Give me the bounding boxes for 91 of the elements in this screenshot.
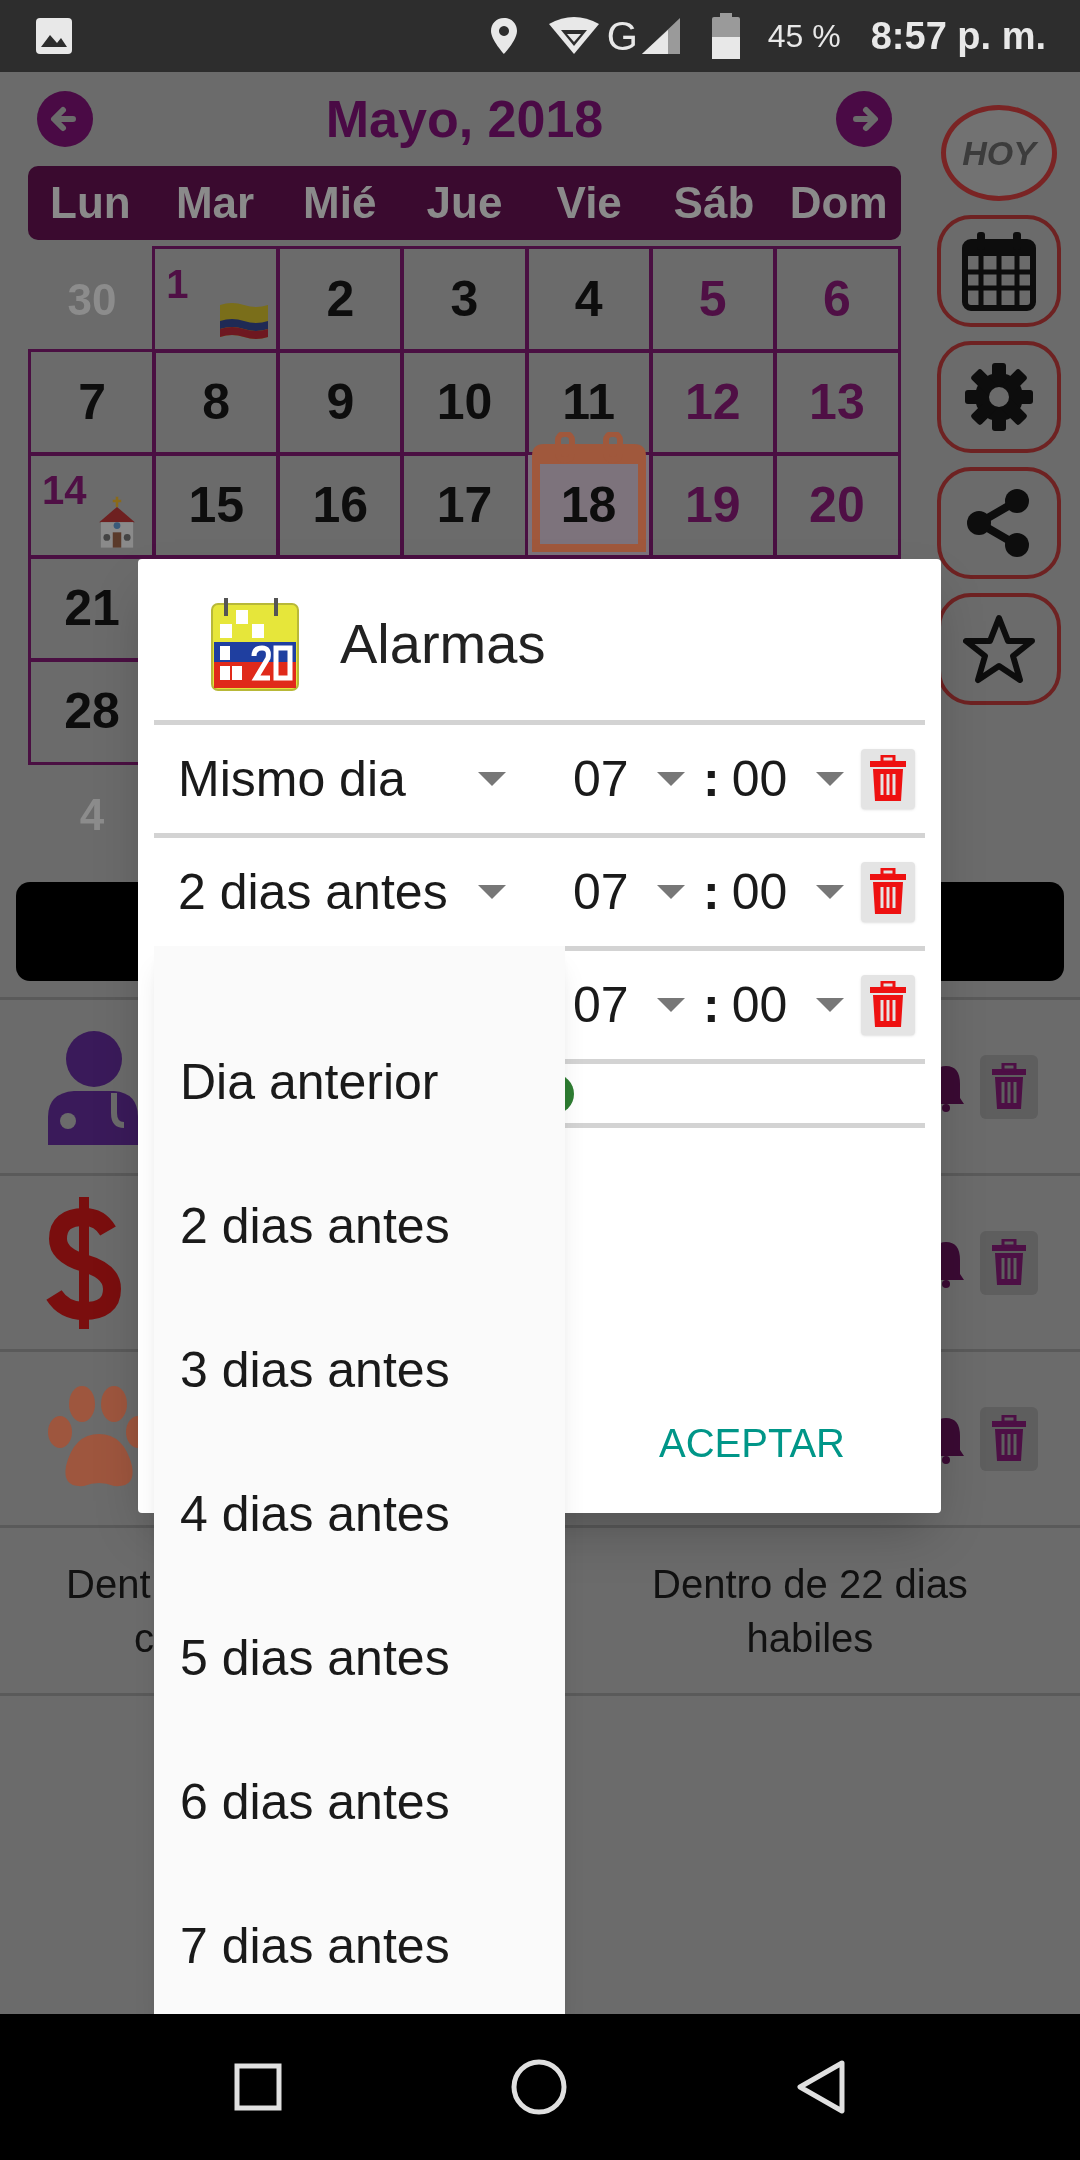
dropdown-option[interactable]: 7 dias antes <box>154 1874 565 2018</box>
day-number[interactable]: 3 <box>450 262 479 337</box>
dropdown-option[interactable]: 4 dias antes <box>154 1442 565 1586</box>
day-number[interactable]: 4 <box>574 262 603 337</box>
dropdown-option[interactable]: 3 dias antes <box>154 1298 565 1442</box>
delete-alarm-button[interactable] <box>860 862 915 922</box>
wifi-icon <box>546 16 601 56</box>
minute-value[interactable]: 00 <box>731 741 812 817</box>
image-icon <box>34 16 74 56</box>
day-number[interactable]: 21 <box>64 571 120 646</box>
delete-event-button[interactable] <box>980 1054 1038 1119</box>
back-icon[interactable] <box>795 2059 846 2115</box>
weekday-label: Sáb <box>672 177 756 229</box>
day-number[interactable]: 7 <box>78 365 106 440</box>
colombian-flag-icon <box>218 301 271 341</box>
day-number[interactable]: 2 <box>326 262 355 337</box>
dropdown-caret-icon[interactable] <box>655 996 687 1014</box>
trash-icon <box>990 1238 1028 1287</box>
next-month-icon[interactable] <box>836 91 892 147</box>
star-icon <box>963 614 1035 684</box>
weekday-label: Dom <box>788 177 889 229</box>
dropdown-caret-icon[interactable] <box>655 883 687 901</box>
trash-icon <box>867 755 908 803</box>
battery-icon <box>711 13 740 59</box>
minute-value[interactable]: 00 <box>731 854 812 930</box>
day-number[interactable]: 28 <box>64 674 120 749</box>
calendar-app-icon <box>210 595 300 692</box>
dropdown-value: 2 dias antes <box>178 862 448 922</box>
day-number[interactable]: 15 <box>188 468 244 543</box>
battery-percentage: 45 % <box>767 17 841 56</box>
dropdown-value: Mismo dia <box>178 749 406 809</box>
dialog-title: Alarmas <box>340 610 546 677</box>
dropdown-caret-icon[interactable] <box>476 883 508 901</box>
day-number[interactable]: 14 <box>42 460 87 520</box>
day-number[interactable]: 9 <box>326 365 355 440</box>
time-separator: : <box>703 749 720 809</box>
trash-icon <box>867 868 908 916</box>
due-text: Dentro de 22 dias habiles <box>651 1560 969 1662</box>
day-number[interactable]: 19 <box>684 468 741 543</box>
delete-alarm-button[interactable] <box>860 749 915 809</box>
settings-icon <box>963 361 1035 433</box>
dropdown-option[interactable]: 6 dias antes <box>154 1730 565 1874</box>
days-before-dropdown[interactable]: Mismo dia <box>178 741 508 817</box>
day-number[interactable]: 10 <box>436 365 493 440</box>
delete-alarm-button[interactable] <box>860 975 915 1035</box>
network-type-label: G <box>606 16 638 56</box>
hour-value[interactable]: 07 <box>573 854 653 930</box>
delete-event-button[interactable] <box>980 1230 1038 1295</box>
weekday-label: Jue <box>425 177 504 229</box>
dropdown-option[interactable]: 2 dias antes <box>154 1154 565 1298</box>
time-separator: : <box>703 975 720 1035</box>
dropdown-caret-icon[interactable] <box>476 770 508 788</box>
dropdown-option[interactable]: 5 dias antes <box>154 1586 565 1730</box>
calendar-button[interactable] <box>937 215 1061 327</box>
trash-icon <box>990 1414 1028 1463</box>
time-separator: : <box>703 862 720 922</box>
weekday-label: Lun <box>49 177 132 229</box>
weekday-label: Vie <box>555 177 623 229</box>
day-number[interactable]: 16 <box>312 468 369 543</box>
share-button[interactable] <box>937 467 1061 579</box>
day-number[interactable]: 20 <box>809 468 865 543</box>
day-number[interactable]: 6 <box>823 262 851 337</box>
due-text: c <box>133 1614 154 1662</box>
day-number[interactable]: 17 <box>436 468 493 543</box>
due-text: Dent <box>66 1560 151 1608</box>
delete-event-button[interactable] <box>980 1406 1038 1471</box>
month-title: Mayo, 2018 <box>325 89 604 150</box>
dropdown-option[interactable]: Dia anterior <box>154 1010 565 1154</box>
settings-button[interactable] <box>937 341 1061 453</box>
minute-value[interactable]: 00 <box>731 967 812 1043</box>
recent-apps-icon[interactable] <box>234 2063 283 2111</box>
day-number[interactable]: 8 <box>202 365 231 440</box>
days-before-dropdown[interactable]: 2 dias antes <box>178 854 508 930</box>
home-icon[interactable] <box>511 2059 567 2115</box>
day-number[interactable]: 5 <box>698 262 727 337</box>
day-number[interactable]: 12 <box>684 365 741 440</box>
trash-icon <box>990 1062 1028 1111</box>
day-number[interactable]: 1 <box>166 254 189 314</box>
day-number[interactable]: 11 <box>562 365 616 440</box>
clock-time: 8:57 p. m. <box>870 13 1046 59</box>
location-icon <box>488 16 519 56</box>
hour-value[interactable]: 07 <box>573 741 653 817</box>
weekday-label: Mar <box>174 177 256 229</box>
previous-month-icon[interactable] <box>37 91 93 147</box>
accept-button[interactable]: ACEPTAR <box>659 1413 845 1473</box>
day-number[interactable]: 13 <box>809 365 865 440</box>
dropdown-caret-icon[interactable] <box>655 770 687 788</box>
trash-icon <box>867 981 908 1029</box>
weekday-label: Mié <box>302 177 378 229</box>
hour-value[interactable]: 07 <box>573 967 653 1043</box>
calendar-icon <box>961 230 1037 312</box>
